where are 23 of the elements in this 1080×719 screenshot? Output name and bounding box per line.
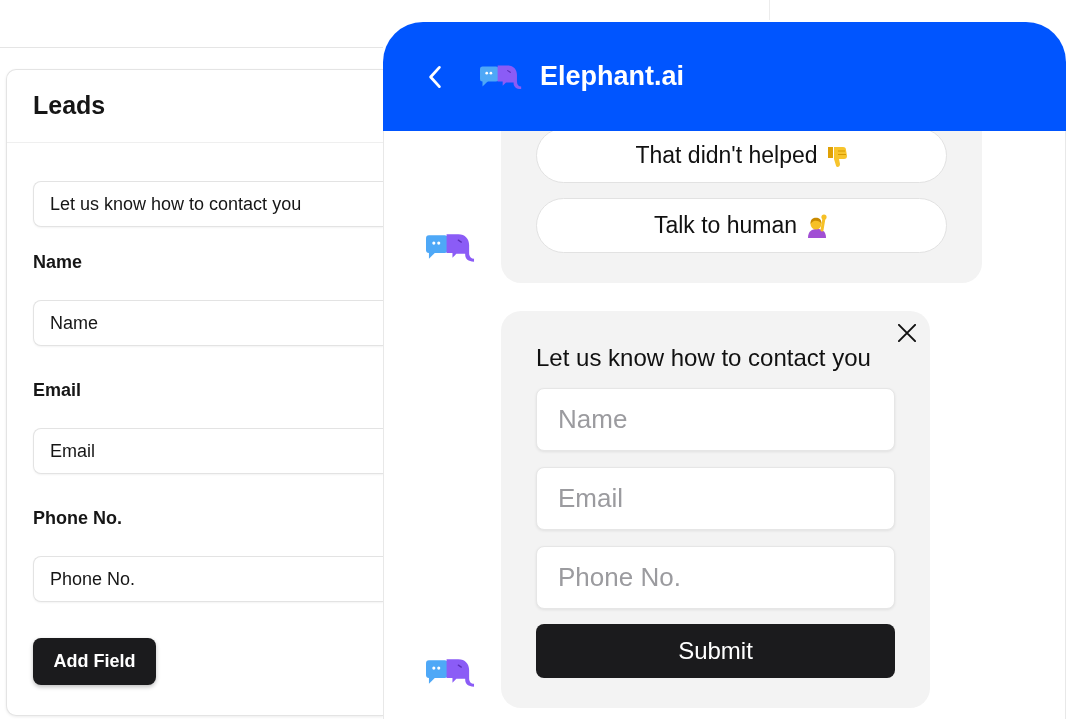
person-raising-hand-icon	[805, 213, 830, 238]
text-field[interactable]: Phone No.	[33, 556, 383, 602]
input-field[interactable]: Email	[536, 467, 895, 530]
field-label: Email	[33, 380, 82, 400]
card-title: Leads	[33, 90, 106, 122]
input-field[interactable]: Phone No.	[536, 546, 895, 609]
bot-avatar-icon	[426, 231, 475, 263]
field-label: Name	[33, 252, 83, 272]
back-icon[interactable]	[428, 64, 442, 89]
add-field-button[interactable]: Add Field	[33, 638, 156, 685]
form-title: Let us know how to contact you	[536, 344, 871, 371]
chat-title: Elephant.ai	[540, 60, 685, 94]
field-label: Phone No.	[33, 508, 122, 528]
text-field[interactable]: Name	[33, 300, 383, 346]
submit-button[interactable]: Submit	[536, 624, 895, 678]
input-field[interactable]: Name	[536, 388, 895, 451]
close-icon[interactable]	[898, 324, 916, 342]
text-field[interactable]: Let us know how to contact you	[33, 181, 383, 227]
elephant-logo-icon	[480, 63, 522, 90]
bot-avatar-icon	[426, 656, 475, 688]
quick-reply-button[interactable]: That didn't helped	[536, 131, 947, 183]
quick-reply-button[interactable]: Talk to human	[536, 198, 947, 253]
text-field[interactable]: Email	[33, 428, 383, 474]
